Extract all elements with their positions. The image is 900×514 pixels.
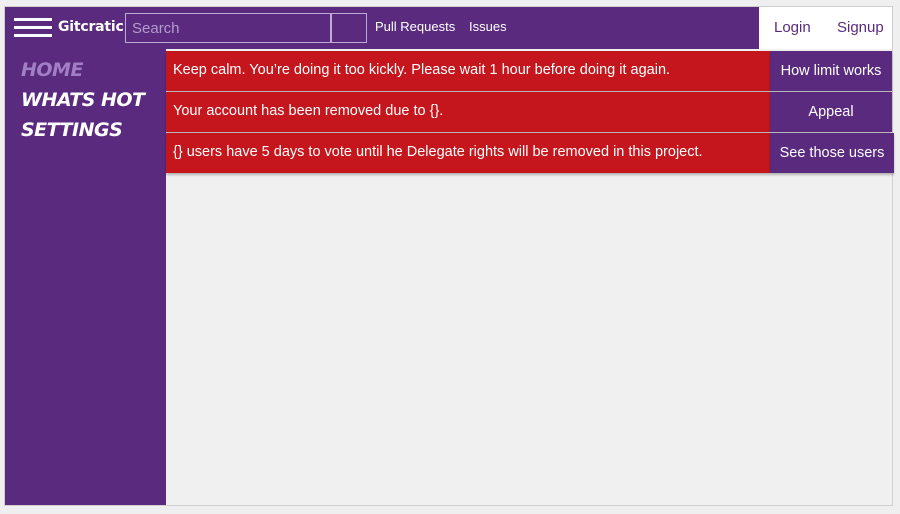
login-link[interactable]: Login: [774, 19, 811, 36]
nav-pull-requests[interactable]: Pull Requests: [375, 19, 455, 34]
brand-logo[interactable]: Gitcratic: [58, 19, 124, 35]
appeal-button[interactable]: Appeal: [770, 92, 892, 132]
top-navigation-bar: Gitcratic Pull Requests Issues: [5, 7, 759, 49]
search-input[interactable]: [125, 13, 331, 43]
search-button[interactable]: [331, 13, 367, 43]
alert-banner: Keep calm. You’re doing it too kickly. P…: [166, 51, 770, 91]
app-window: Gitcratic Pull Requests Issues Login Sig…: [4, 6, 894, 506]
hamburger-menu-icon[interactable]: [14, 17, 52, 39]
alert-message: Keep calm. You’re doing it too kickly. P…: [173, 62, 671, 78]
menu-line: [14, 26, 52, 29]
alert-banner: Your account has been removed due to {}.: [166, 92, 770, 132]
alert-message: Your account has been removed due to {}.: [173, 103, 444, 119]
alert-message: {} users have 5 days to vote until he De…: [173, 144, 703, 160]
menu-line: [14, 34, 52, 37]
auth-panel: Login Signup: [759, 7, 892, 49]
nav-issues[interactable]: Issues: [469, 19, 507, 34]
alert-banner: {} users have 5 days to vote until he De…: [166, 133, 770, 173]
see-those-users-button[interactable]: See those users: [770, 133, 894, 173]
sidebar-item-settings[interactable]: SETTINGS: [21, 119, 123, 141]
menu-line: [14, 18, 52, 21]
sidebar: HOME WHATS HOT SETTINGS: [5, 49, 166, 505]
signup-link[interactable]: Signup: [837, 19, 884, 36]
sidebar-item-whats-hot[interactable]: WHATS HOT: [21, 89, 145, 111]
sidebar-item-home[interactable]: HOME: [21, 59, 83, 81]
how-limit-works-button[interactable]: How limit works: [770, 51, 892, 91]
